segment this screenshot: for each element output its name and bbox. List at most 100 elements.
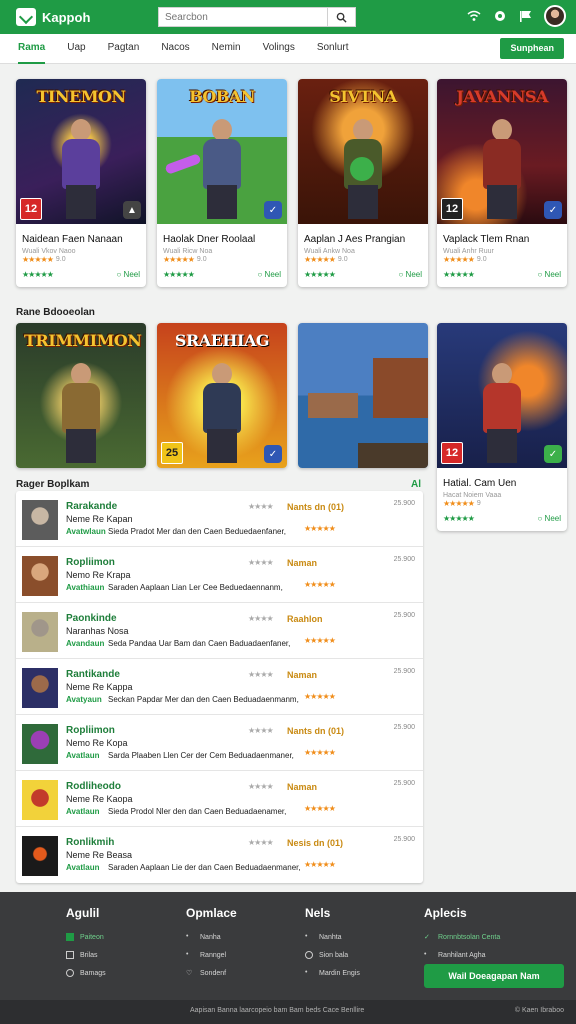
footer-link[interactable]: ♡ Sondenf: [186, 964, 237, 982]
green-star-rating: ★★★★★: [304, 270, 336, 279]
list-item-sub: Neme Re Beasa: [66, 850, 133, 860]
bullet-icon: •: [305, 969, 308, 976]
see-all-link[interactable]: Al: [411, 479, 421, 490]
list-item-name: Ropliimon: [66, 725, 115, 736]
footer-link[interactable]: Paiteon: [66, 928, 106, 946]
list-item-tag: Avatwlaun: [66, 527, 106, 536]
search-icon: [336, 12, 347, 23]
bottom-bar: Aapisan Banna laarcopeio bam Bam beds Ca…: [0, 1000, 576, 1024]
list-item-sub: Naranhas Nosa: [66, 626, 129, 636]
age-rating-badge: 12: [441, 198, 463, 220]
platform-icon: ✓: [264, 445, 282, 463]
game-title: Haolak Dner Roolaal: [163, 234, 256, 245]
list-item[interactable]: Ropliimon Nemo Re Krapa Avathiaun Sarade…: [16, 547, 423, 603]
game-card[interactable]: 12 ✓ Hatial. Cam Uen Hacat Noiem Vaaa ★★…: [437, 323, 567, 531]
tab-home[interactable]: Rama: [18, 34, 46, 64]
bullet-icon: •: [186, 933, 189, 940]
check-icon: ✓: [424, 934, 430, 941]
list-item[interactable]: Rodliheodo Neme Re Kaopa Avatlaun Sieda …: [16, 771, 423, 827]
star-rating: ★★★★★: [443, 255, 475, 264]
platform-icon: ✓: [264, 201, 282, 219]
game-title: Vaplack Tlem Rnan: [443, 234, 530, 245]
search-button[interactable]: [328, 7, 356, 27]
platform-icon: ✓: [544, 201, 562, 219]
star-rating: ★★★★★: [443, 499, 475, 508]
game-thumbnail: [22, 612, 58, 652]
card-link[interactable]: ○ Neel: [257, 270, 281, 279]
nav-cta-button[interactable]: Sunphean: [500, 38, 564, 59]
wifi-icon[interactable]: [466, 8, 482, 24]
game-art: JAVANNSA 12 ✓: [437, 79, 567, 224]
list-item-tag: Avatyaun: [66, 695, 102, 704]
game-art: SIVTNA: [298, 79, 428, 224]
green-star-rating: ★★★★★: [22, 270, 54, 279]
tab-sonlurt[interactable]: Sonlurt: [317, 34, 349, 64]
footer-link[interactable]: Brilas: [66, 946, 106, 964]
footer-column: Opmlace • Nanha • Ranngel ♡ Sondenf: [186, 906, 237, 982]
list-item-score: 25.900: [393, 556, 415, 563]
footer-link[interactable]: ✓ Rornnbtsolan Centa: [424, 928, 500, 946]
search-input[interactable]: [158, 7, 328, 27]
game-card[interactable]: BOBAN ✓ Haolak Dner Roolaal Wuali Ricw N…: [157, 79, 287, 287]
footer-link[interactable]: • Nanha: [186, 928, 237, 946]
game-card[interactable]: TINEMON 12 ▲ Naidean Faen Nanaan Wuali V…: [16, 79, 146, 287]
game-art-title: JAVANNSA: [456, 87, 548, 106]
footer-link[interactable]: Sion bala: [305, 946, 360, 964]
footer-link[interactable]: • Nanhta: [305, 928, 360, 946]
game-thumbnail: [22, 724, 58, 764]
footer-column: Nels • Nanhta Sion bala • Mardin Engis: [305, 906, 360, 982]
hero-figure: [477, 363, 527, 463]
list-item[interactable]: Rarakande Neme Re Kapan Avatwlaun Sieda …: [16, 491, 423, 547]
list-item-label: Naman: [287, 558, 318, 568]
tab-nemin[interactable]: Nemin: [212, 34, 241, 64]
bullet-icon: •: [186, 951, 189, 958]
card-link[interactable]: ○ Neel: [537, 270, 561, 279]
flag-icon[interactable]: [518, 8, 534, 24]
footer-link[interactable]: Bamags: [66, 964, 106, 982]
list-item[interactable]: Rantikande Neme Re Kappa Avatyaun Seckan…: [16, 659, 423, 715]
list-item[interactable]: Ropliimon Nemo Re Kopa Avatlaun Sarda Pl…: [16, 715, 423, 771]
footer-link[interactable]: • Mardin Engis: [305, 964, 360, 982]
rating-value: 9.0: [55, 256, 66, 263]
hero-figure: [477, 119, 527, 219]
square-icon: [66, 933, 74, 941]
game-tile[interactable]: [298, 323, 428, 468]
footer-link[interactable]: • Ranngel: [186, 946, 237, 964]
list-item[interactable]: Paonkinde Naranhas Nosa Avandaun Seda Pa…: [16, 603, 423, 659]
card-link[interactable]: ○ Neel: [537, 514, 561, 523]
game-title: Naidean Faen Nanaan: [22, 234, 123, 245]
footer-link[interactable]: • Ranhilant Agha: [424, 946, 500, 964]
logo-text: Kappoh: [42, 9, 91, 25]
notification-icon[interactable]: [492, 8, 508, 24]
game-art-title: TINEMON: [36, 87, 126, 106]
list-item-desc: Saraden Aaplaan Lian Ler Cee Beduedaenna…: [108, 583, 283, 592]
hero-figure: [56, 363, 106, 463]
tab-nacos[interactable]: Nacos: [161, 34, 189, 64]
hero-figure: [56, 119, 106, 219]
heart-icon: ♡: [186, 970, 193, 977]
game-thumbnail: [22, 556, 58, 596]
list-item-label: Nants dn (01): [287, 726, 345, 736]
platform-icon: ✓: [544, 445, 562, 463]
card-link[interactable]: ○ Neel: [116, 270, 140, 279]
footer-heading: Nels: [305, 906, 331, 920]
tab-pagtan[interactable]: Pagtan: [108, 34, 140, 64]
footer-cta-button[interactable]: Wail Doeagapan Nam: [424, 964, 564, 988]
game-card[interactable]: JAVANNSA 12 ✓ Vaplack Tlem Rnan Wuali An…: [437, 79, 567, 287]
card-link[interactable]: ○ Neel: [398, 270, 422, 279]
game-card[interactable]: SIVTNA Aaplan J Aes Prangian Wuali Ankw …: [298, 79, 428, 287]
avatar[interactable]: [544, 5, 566, 27]
list-item-score: 25.900: [393, 500, 415, 507]
top-bar: Kappoh: [0, 0, 576, 34]
game-tile[interactable]: SRAEHIAG 25 ✓: [157, 323, 287, 468]
list-item[interactable]: Ronlikmih Neme Re Beasa Avatlaun Saraden…: [16, 827, 423, 883]
tab-apps[interactable]: Uap: [67, 34, 85, 64]
game-tile[interactable]: TRIMMIMON: [16, 323, 146, 468]
green-star-rating: ★★★★★: [443, 514, 475, 523]
tab-volings[interactable]: Volings: [263, 34, 295, 64]
square-outline-icon: [66, 951, 74, 959]
list-item-score: 25.900: [393, 612, 415, 619]
logo[interactable]: Kappoh: [16, 8, 156, 26]
game-subtitle: Wuali Anhr Ruur: [443, 248, 494, 255]
list-item-sub: Nemo Re Kopa: [66, 738, 128, 748]
